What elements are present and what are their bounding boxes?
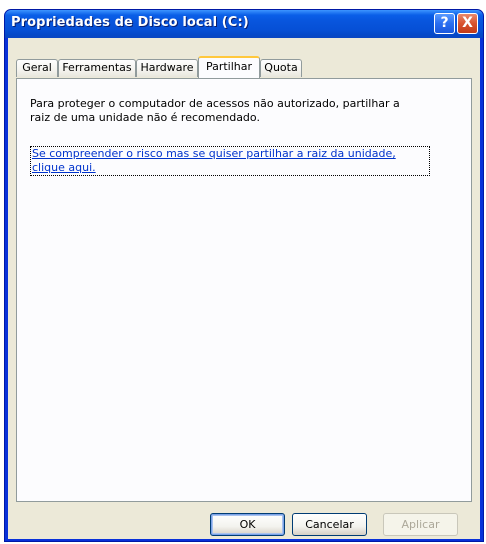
share-root-link[interactable]: Se compreender o risco mas se quiser par… [30,146,430,176]
cancel-button[interactable]: Cancelar [292,513,367,536]
tab-quota[interactable]: Quota [260,59,302,77]
warning-message-line-2: raiz de uma unidade não é recomendado. [30,111,260,124]
tab-partilhar[interactable]: Partilhar [198,56,260,78]
properties-dialog: Propriedades de Disco local (C:) ? X Ger… [4,9,484,542]
title-bar[interactable]: Propriedades de Disco local (C:) ? X [5,10,483,38]
ok-button[interactable]: OK [210,513,285,536]
tab-hardware[interactable]: Hardware [136,59,198,77]
share-root-link-line-2: clique aqui. [32,161,96,174]
close-button[interactable]: X [457,13,478,34]
help-icon: ? [440,15,449,31]
help-button[interactable]: ? [434,13,455,34]
screen: Propriedades de Disco local (C:) ? X Ger… [0,0,486,544]
window-title: Propriedades de Disco local (C:) [11,15,249,30]
apply-button[interactable]: Aplicar [383,513,458,536]
sharing-tab-panel: Para proteger o computador de acessos nã… [16,78,472,502]
tab-ferramentas[interactable]: Ferramentas [58,59,136,77]
warning-message: Para proteger o computador de acessos nã… [30,97,450,125]
close-icon: X [462,15,473,31]
dialog-client-area: Geral Ferramentas Hardware Partilhar Quo… [8,38,480,539]
tab-geral[interactable]: Geral [16,59,58,77]
share-root-link-line-1: Se compreender o risco mas se quiser par… [32,147,396,160]
warning-message-line-1: Para proteger o computador de acessos nã… [30,97,400,110]
